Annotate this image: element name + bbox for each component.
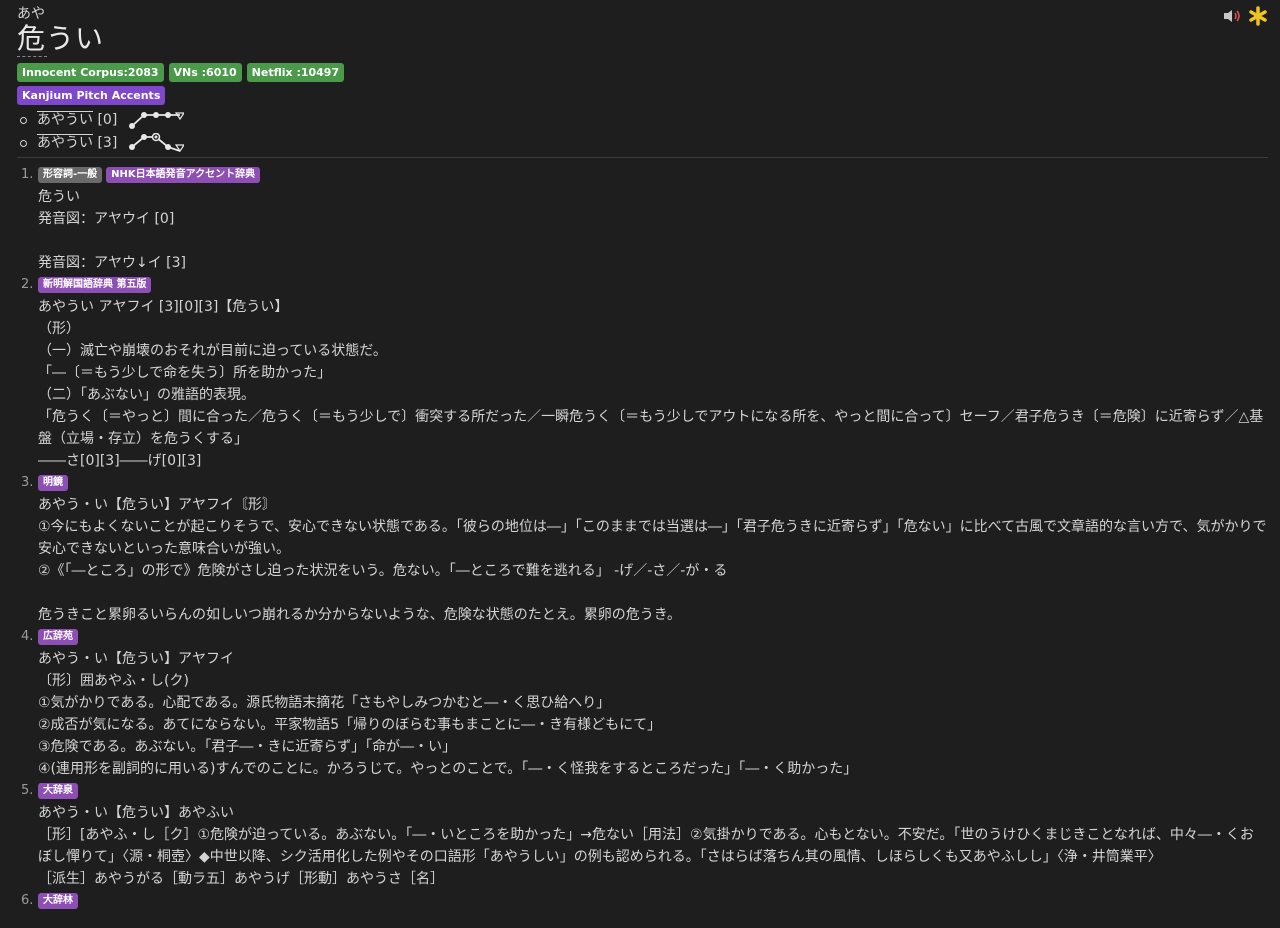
gloss-line: ③危険である。あぶない。「君子―・きに近寄らず」「命が―・い」 (38, 739, 457, 755)
gloss-line: （二）「あぶない」の雅語的表現。 (38, 387, 255, 403)
definition-number: 6. (21, 893, 34, 908)
dictionary-tag[interactable]: 大辞林 (38, 893, 78, 909)
pitch-tags: Kanjium Pitch Accents (17, 86, 344, 105)
gloss-line: あやうい アヤフイ [3][0][3]【危うい】 (38, 299, 289, 315)
asterisk-icon[interactable] (1248, 6, 1268, 30)
dictionary-tag[interactable]: 大辞泉 (38, 783, 78, 799)
dictionary-tag[interactable]: NHK日本語発音アクセント辞典 (106, 167, 261, 183)
headword[interactable]: 危うい (17, 22, 344, 56)
gloss-line: 発音図：アヤウイ [0] (38, 211, 175, 227)
pitch-item-0: あやうい [0] (17, 109, 344, 132)
frequency-tags: Innocent Corpus:2083 VNs :6010 Netflix :… (17, 63, 345, 82)
gloss-line: あやう・い【危うい】あやふい (38, 805, 234, 821)
pitch-kana: あやうい (37, 135, 93, 151)
speaker-icon[interactable] (1222, 8, 1242, 28)
pitch-dictionary-tag[interactable]: Kanjium Pitch Accents (17, 86, 166, 105)
pitch-accent-number: [3] (97, 135, 118, 151)
dictionary-tag[interactable]: 広辞苑 (38, 629, 78, 645)
entry-header: あや 危うい Innocent Corpus:2083 VNs :6010 Ne… (17, 6, 345, 155)
entry-actions (1222, 6, 1268, 30)
pitch-item-3: あやうい [3] (17, 132, 344, 155)
gloss-line: （形） (38, 321, 80, 337)
definition-item: 5. 大辞泉 あやう・い【危うい】あやふい ［形］[あやふ・し［ク］①危険が迫っ… (17, 780, 1267, 890)
gloss-line: 「―〔＝もう少しで命を失う〕所を助かった」 (38, 365, 332, 381)
gloss-line: ②《「―ところ」の形で》危険がさし迫った状況をいう。危ない。「―ところで難を逃れ… (38, 563, 728, 579)
definition-number: 3. (21, 475, 34, 490)
freq-tag-vns[interactable]: VNs :6010 (168, 63, 242, 82)
pitch-graph-icon (128, 112, 185, 129)
definition-item: 1. 形容詞-一般 NHK日本語発音アクセント辞典 危うい 発音図：アヤウイ [… (17, 164, 1267, 274)
definition-item: 6. 大辞林 (17, 890, 1267, 912)
gloss-line: 危うきこと累卵るいらんの如しいつ崩れるか分からないような、危険な状態のたとえ。累… (38, 607, 682, 623)
gloss-line: あやう・い【危うい】アヤフイ (38, 651, 234, 667)
gloss-line: 「危うく〔＝やっと〕間に合った／危うく〔＝もう少しで〕衝突する所だった／一瞬危う… (38, 409, 1264, 447)
pitch-accent-number: [0] (97, 112, 118, 128)
definition-item: 3. 明鏡 あやう・い【危うい】アヤフイ〘形〙 ①今にもよくないことが起こりそう… (17, 472, 1267, 626)
gloss-line: （一）滅亡や崩壊のおそれが目前に迫っている状態だ。 (38, 343, 387, 359)
gloss-line: ［形］[あやふ・し［ク］①危険が迫っている。あぶない。「―・いところを助かった」… (38, 827, 1254, 865)
gloss-line: ①気がかりである。心配である。源氏物語末摘花「さもやしみつかむと―・く思ひ給へり… (38, 695, 611, 711)
gloss-line: 危うい (38, 189, 80, 205)
headword-reading: あや (17, 6, 45, 22)
definition-item: 4. 広辞苑 あやう・い【危うい】アヤフイ 〔形〕囲あやふ・し(ク) ①気がかり… (17, 626, 1267, 780)
definition-number: 5. (21, 783, 34, 798)
definition-number: 2. (21, 277, 34, 292)
dictionary-tag[interactable]: 新明解国語辞典 第五版 (38, 277, 152, 293)
gloss-line: ［派生］あやうがる［動ラ五］あやうげ［形動］あやうさ［名］ (38, 871, 444, 887)
gloss-line: あやう・い【危うい】アヤフイ〘形〙 (38, 497, 276, 513)
pitch-kana: あやうい (37, 112, 93, 128)
headword-underline (17, 56, 47, 57)
freq-tag-netflix[interactable]: Netflix :10497 (246, 63, 345, 82)
gloss-line: 発音図：アヤウ↓イ [3] (38, 255, 187, 271)
definition-number: 4. (21, 629, 34, 644)
pitch-graph-icon (128, 132, 185, 153)
definition-item: 2. 新明解国語辞典 第五版 あやうい アヤフイ [3][0][3]【危うい】 … (17, 274, 1267, 472)
gloss-line: 〔形〕囲あやふ・し(ク) (38, 673, 189, 689)
gloss-line: ――さ[0][3]――げ[0][3] (38, 453, 202, 469)
gloss-line: ④(連用形を副詞的に用いる)すんでのことに。かろうじて。やっとのことで。「―・く… (38, 761, 858, 777)
definition-list: 1. 形容詞-一般 NHK日本語発音アクセント辞典 危うい 発音図：アヤウイ [… (17, 164, 1267, 912)
gloss-line: ①今にもよくないことが起こりそうで、安心できない状態である。「彼らの地位は―」「… (38, 519, 1267, 557)
pitch-accent-list: あやうい [0] あやうい [3] (17, 109, 344, 155)
definition-number: 1. (21, 167, 34, 182)
freq-tag-innocent[interactable]: Innocent Corpus:2083 (17, 63, 164, 82)
gloss-line: ②成否が気になる。あてにならない。平家物語5「帰りのぼらむ事もまことに―・き有様… (38, 717, 662, 733)
dictionary-tag[interactable]: 明鏡 (38, 475, 68, 491)
pos-tag[interactable]: 形容詞-一般 (38, 167, 103, 183)
header-divider (17, 157, 1268, 158)
